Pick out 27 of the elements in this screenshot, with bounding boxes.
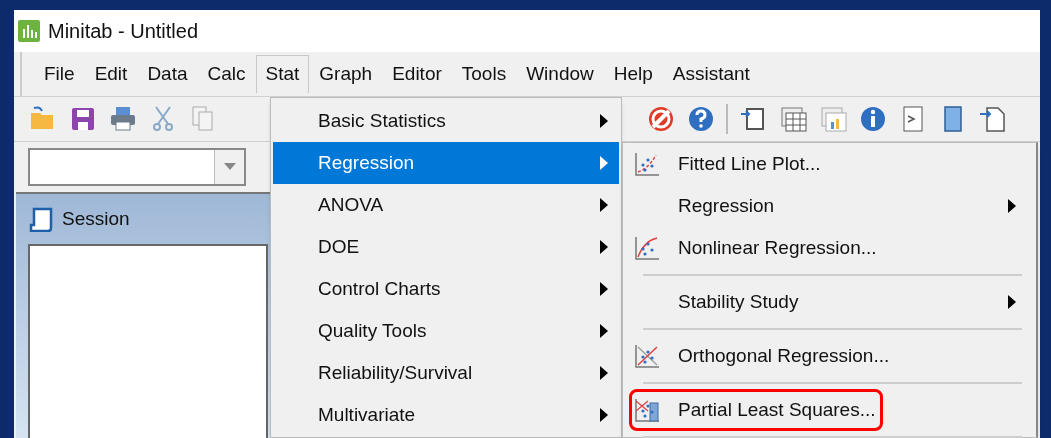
menu-item[interactable]: Regression [629, 185, 1024, 227]
menu-item[interactable]: Nonlinear Regression... [629, 227, 884, 269]
menu-item[interactable]: Multivariate [273, 394, 619, 436]
menu-item[interactable]: Graph [309, 55, 383, 93]
menu-item[interactable]: Basic Statistics [273, 100, 619, 142]
session-title: Session [62, 206, 130, 231]
menu-item[interactable]: File [34, 55, 85, 93]
menu-item[interactable]: Quality Tools [273, 310, 619, 352]
menu-item[interactable]: Editor [382, 55, 452, 93]
menu-item[interactable]: Tools [451, 55, 517, 93]
window-title: Minitab - Untitled [48, 19, 199, 44]
menu-item[interactable]: Partial Least Squares... [629, 389, 883, 431]
menu-item[interactable]: Control Charts [273, 268, 619, 310]
menu-item[interactable]: Assistant [662, 55, 760, 93]
menu-item[interactable]: Window [516, 55, 604, 93]
menu-item[interactable]: DOE [273, 226, 619, 268]
menu-item[interactable]: Stability Study [629, 281, 1024, 323]
menu-item[interactable]: Help [603, 55, 663, 93]
menu-item[interactable]: ANOVA [273, 184, 619, 226]
menu-item[interactable]: Data [137, 55, 198, 93]
menu-item[interactable]: Reliability/Survival [273, 352, 619, 394]
menu-item[interactable]: Calc [197, 55, 256, 93]
menu-item[interactable]: Regression [273, 142, 619, 184]
menu-item[interactable]: Stat [255, 55, 310, 93]
menu-item[interactable]: Edit [84, 55, 138, 93]
menu-item[interactable]: Orthogonal Regression... [629, 335, 897, 377]
menu-item[interactable]: Fitted Line Plot... [629, 143, 828, 185]
